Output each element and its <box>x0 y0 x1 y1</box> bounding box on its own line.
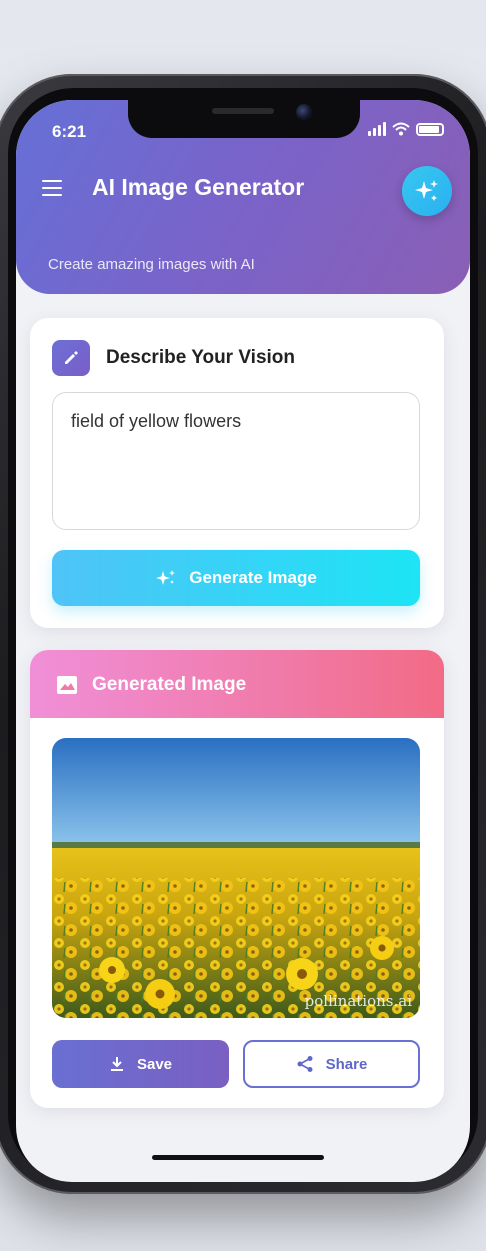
save-button[interactable]: Save <box>52 1040 229 1088</box>
result-card-title: Generated Image <box>92 674 247 695</box>
result-card: Generated Image pollinations.ai Save Sha… <box>30 650 444 1108</box>
app-title: AI Image Generator <box>92 174 305 200</box>
share-icon <box>297 1056 313 1072</box>
image-icon <box>57 676 77 694</box>
generate-image-button[interactable]: Generate Image <box>52 550 420 606</box>
generated-image: pollinations.ai <box>52 738 420 1018</box>
generate-image-label: Generate Image <box>189 568 317 587</box>
front-camera <box>296 104 312 120</box>
app-screen: 6:21 AI Image Generator Create amazing i… <box>16 100 470 1182</box>
image-watermark: pollinations.ai <box>304 992 412 1010</box>
pencil-icon <box>52 340 90 376</box>
prompt-text: field of yellow flowers <box>71 411 242 431</box>
status-icons <box>368 122 444 136</box>
header-subtitle: Create amazing images with AI <box>48 256 255 273</box>
prompt-card: Describe Your Vision field of yellow flo… <box>30 318 444 628</box>
signal-icon <box>368 122 386 136</box>
speaker <box>212 108 274 114</box>
battery-icon <box>416 122 444 136</box>
result-card-header: Generated Image <box>30 650 444 718</box>
prompt-card-title: Describe Your Vision <box>106 347 296 368</box>
download-icon <box>110 1057 123 1071</box>
prompt-input[interactable]: field of yellow flowers <box>52 392 420 530</box>
save-label: Save <box>136 1055 173 1073</box>
phone-notch <box>128 100 360 138</box>
wifi-icon <box>392 122 410 136</box>
menu-icon[interactable] <box>42 180 62 196</box>
status-time: 6:21 <box>52 122 87 141</box>
home-indicator <box>152 1155 324 1160</box>
sparkle-icon <box>415 180 438 201</box>
share-label: Share <box>325 1055 368 1073</box>
share-button[interactable]: Share <box>243 1040 420 1088</box>
sparkle-button[interactable] <box>402 166 452 216</box>
sparkle-icon <box>156 570 176 585</box>
